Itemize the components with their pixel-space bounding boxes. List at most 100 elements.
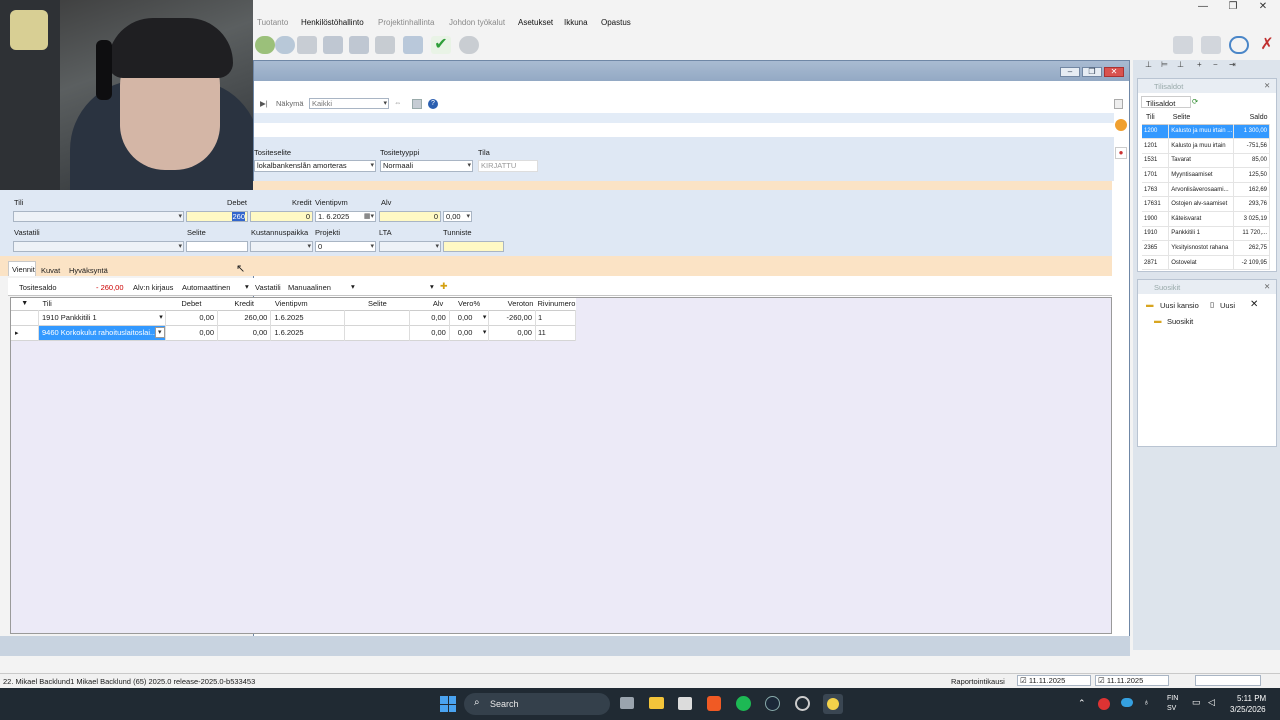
clock-date[interactable]: 3/25/2026: [1230, 705, 1266, 714]
table-row[interactable]: 1763 Arvonlisäverosaami... 162,69: [1142, 182, 1270, 197]
menu-tuotanto[interactable]: Tuotanto: [257, 18, 288, 27]
tray-app-icon[interactable]: [1098, 698, 1110, 710]
calendar-icon[interactable]: ▦▾: [364, 212, 374, 221]
onedrive-icon[interactable]: [1121, 698, 1133, 707]
cell-kredit[interactable]: 260,00: [217, 310, 272, 325]
col-rivinumero[interactable]: Rivinumero: [535, 298, 575, 310]
cell-saldo[interactable]: -751,56: [1233, 138, 1270, 154]
table-row[interactable]: 17631 Ostojen alv-saamiset 293,76: [1142, 196, 1270, 212]
volume-icon[interactable]: ◁: [1208, 697, 1215, 708]
tili-select[interactable]: ▾: [13, 211, 184, 222]
checkbox-icon[interactable]: ☑: [1098, 676, 1105, 685]
tab-kuvat[interactable]: Kuvat: [41, 266, 60, 275]
status-input[interactable]: [1195, 675, 1261, 686]
kredit-input[interactable]: 0: [250, 211, 313, 222]
table-row[interactable]: 1910 Pankkitili 1 11 720,...: [1142, 226, 1270, 241]
align-left-icon[interactable]: ⊨: [1161, 60, 1168, 69]
plus-icon[interactable]: +: [1197, 60, 1202, 69]
lta-select[interactable]: ▾: [379, 241, 441, 252]
cell-tili[interactable]: 1763: [1142, 182, 1170, 197]
col-saldo[interactable]: Saldo: [1234, 111, 1270, 124]
cell-selite[interactable]: [344, 310, 411, 325]
cell-selite[interactable]: Käteisvarat: [1168, 211, 1235, 227]
table-row[interactable]: 1200 Kalusto ja muu irtain ... 1 300,00: [1142, 124, 1270, 139]
delete-icon[interactable]: ✕: [1250, 299, 1258, 310]
cell-veroton[interactable]: 0,00: [488, 325, 536, 340]
toolbar-check-icon[interactable]: ✔: [431, 36, 451, 54]
cell-tili[interactable]: 1910: [1142, 226, 1170, 241]
spotify-icon[interactable]: [736, 696, 751, 711]
cell-debet[interactable]: 0,00: [165, 325, 219, 340]
close-button[interactable]: ✕: [1248, 0, 1278, 14]
side-orange-marker-icon[interactable]: [1115, 119, 1127, 131]
minus-icon[interactable]: −: [1213, 60, 1218, 69]
cell-tili[interactable]: 1910 Pankkitili 1 ▾: [38, 310, 166, 325]
cell-saldo[interactable]: 1 300,00: [1233, 124, 1270, 139]
list-view-icon[interactable]: [1114, 99, 1123, 109]
tab-hyvaksynta[interactable]: Hyväksyntä: [69, 266, 108, 275]
cell-alv[interactable]: 0,00: [409, 310, 450, 325]
cell-selite[interactable]: Pankkitili 1: [1168, 226, 1235, 241]
table-row[interactable]: 1531 Tavarat 85,00: [1142, 153, 1270, 168]
cell-saldo[interactable]: 11 720,...: [1233, 226, 1270, 241]
cell-alv[interactable]: 0,00: [409, 325, 450, 340]
tab-viennit[interactable]: Viennit: [8, 261, 36, 276]
cell-tili[interactable]: 17631: [1142, 196, 1170, 212]
minimize-button[interactable]: —: [1188, 0, 1218, 14]
toolbar-refresh-icon[interactable]: [459, 36, 479, 54]
vientipvm-input[interactable]: 1. 6.2025 ▦▾: [315, 211, 376, 222]
vastatili-select[interactable]: ▾: [13, 241, 184, 252]
cell-saldo[interactable]: -2 109,95: [1233, 255, 1270, 270]
cell-debet[interactable]: 0,00: [165, 310, 219, 325]
cell-tili[interactable]: 1900: [1142, 211, 1170, 227]
selite-input[interactable]: [186, 241, 248, 252]
cell-vientipvm[interactable]: 1.6.2025: [270, 325, 346, 340]
cell-vero[interactable]: 0,00 ▾: [449, 310, 490, 325]
col-alv[interactable]: Alv: [410, 298, 449, 310]
suosikit-close-icon[interactable]: ✕: [1264, 282, 1270, 291]
col-veroton[interactable]: Veroton: [489, 298, 536, 310]
menu-asetukset[interactable]: Asetukset: [518, 18, 553, 27]
nakyma-select[interactable]: Kaikki ▾: [309, 98, 389, 109]
toolbar-document-icon[interactable]: [403, 36, 423, 54]
toolbar-chart2-icon[interactable]: [349, 36, 369, 54]
cell-veroton[interactable]: -260,00: [488, 310, 536, 325]
tunniste-input[interactable]: [443, 241, 504, 252]
clock-time[interactable]: 5:11 PM: [1237, 694, 1266, 703]
refresh-icon[interactable]: ⟳: [1192, 97, 1198, 106]
cell-tili[interactable]: 2871: [1142, 255, 1170, 270]
store-icon[interactable]: [678, 697, 692, 710]
toolbar-clock-icon[interactable]: [1229, 36, 1249, 54]
alv-input[interactable]: 0: [379, 211, 441, 222]
col-selite[interactable]: Selite: [1169, 111, 1234, 124]
alv-kirjaus-select[interactable]: Automaattinen: [182, 283, 230, 292]
cell-vero[interactable]: 0,00 ▾: [449, 325, 490, 340]
link-icon[interactable]: ⇔: [394, 98, 402, 107]
tilisaldot-close-icon[interactable]: ✕: [1264, 81, 1270, 90]
cell-saldo[interactable]: 262,75: [1233, 240, 1270, 256]
cell-kredit[interactable]: 0,00: [217, 325, 272, 340]
new-folder-button[interactable]: ▬ Uusi kansio: [1146, 299, 1214, 311]
tositeselite-select[interactable]: lokalbankenslån amorteras ▾: [254, 160, 376, 172]
cell-tili[interactable]: 1531: [1142, 153, 1170, 168]
cell-tili[interactable]: 1200: [1142, 124, 1170, 139]
toolbar-chart-icon[interactable]: [323, 36, 343, 54]
table-row[interactable]: 1910 Pankkitili 1 ▾ 0,00 260,00 1.6.2025 …: [11, 310, 577, 325]
vastatili-mode-select[interactable]: Manuaalinen: [288, 283, 331, 292]
cell-selite[interactable]: Tavarat: [1168, 153, 1235, 168]
toolbar-exit-icon[interactable]: ✗: [1257, 36, 1277, 54]
cell-selite[interactable]: Yksityisnostot rahana: [1168, 240, 1235, 256]
child-minimize-button[interactable]: –: [1060, 67, 1080, 77]
col-vientipvm[interactable]: Vientipvm: [271, 298, 345, 310]
col-tili[interactable]: Tili: [39, 298, 166, 310]
date-from-field[interactable]: ☑ 11.11.2025: [1017, 675, 1091, 686]
align-bottom-icon[interactable]: ⊥: [1177, 60, 1184, 69]
chevron-down-icon[interactable]: ▾: [154, 326, 165, 338]
start-icon[interactable]: [440, 696, 456, 712]
col-debet[interactable]: Debet: [165, 298, 217, 310]
add-row-icon[interactable]: ✚: [440, 281, 448, 292]
last-record-icon[interactable]: ▶|: [260, 99, 268, 108]
menu-henkilostohallinto[interactable]: Henkilöstöhallinto: [301, 18, 364, 27]
toolbar-globe-icon[interactable]: [275, 36, 295, 54]
cell-tili[interactable]: 1201: [1142, 138, 1170, 154]
